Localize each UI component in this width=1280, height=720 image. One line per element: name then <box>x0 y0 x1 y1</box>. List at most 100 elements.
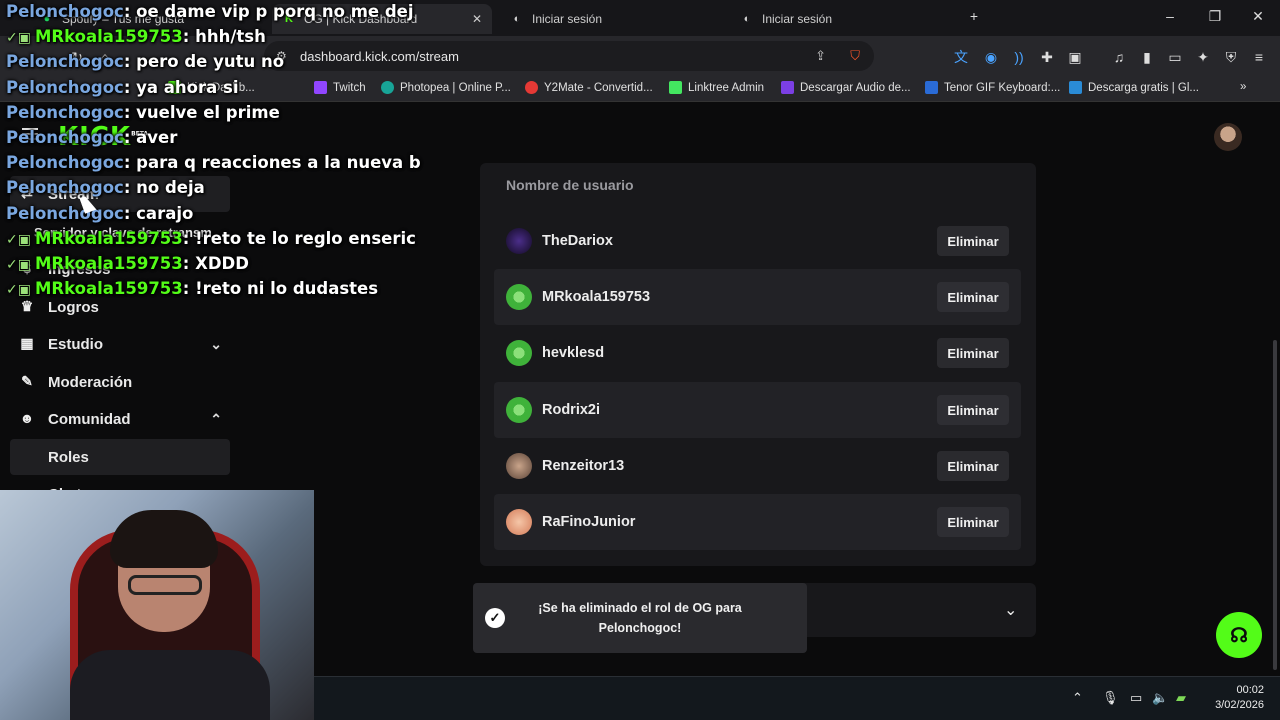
column-header-username: Nombre de usuario <box>506 177 634 193</box>
brave-shield-icon[interactable]: ⛉ <box>850 48 860 64</box>
vpn-icon[interactable]: ⛨ <box>1222 48 1240 66</box>
chat-message: Pelonchogoc: oe dame vip p porq no me de… <box>6 2 414 21</box>
avatar <box>506 340 532 366</box>
bookmark-tenor[interactable]: Tenor GIF Keyboard:... <box>925 81 1060 94</box>
og-badge-icon: ✓▣ <box>6 30 31 46</box>
new-tab-icon[interactable]: + <box>964 8 984 24</box>
og-badge-icon: ✓▣ <box>6 257 31 273</box>
table-row: TheDariox Eliminar <box>494 213 1021 269</box>
bookmark-photopea[interactable]: Photopea | Online P... <box>381 81 511 94</box>
close-window-icon[interactable]: ✕ <box>1248 8 1268 25</box>
music-icon[interactable]: ♫ <box>1110 48 1128 66</box>
bookmark-audio[interactable]: Descargar Audio de... <box>781 81 911 94</box>
avatar <box>506 453 532 479</box>
scrollbar[interactable] <box>1273 340 1277 670</box>
webcam-overlay <box>0 490 314 720</box>
sidebar-toggle-icon[interactable]: ▮ <box>1138 48 1156 66</box>
bookmark-y2mate[interactable]: Y2Mate - Convertid... <box>525 81 653 94</box>
person-body <box>70 650 270 720</box>
translate-icon[interactable]: 文 <box>952 48 970 66</box>
headset-icon: ☊ <box>1230 624 1248 647</box>
chat-message: ✓▣ MRkoala159753: hhh/tsh <box>6 27 266 46</box>
steam-icon: ◐ <box>513 13 521 25</box>
bookmark-linktree[interactable]: Linktree Admin <box>669 81 764 94</box>
chat-message: Pelonchogoc: ya ahora si <box>6 78 239 97</box>
chevron-up-icon: ⌃ <box>210 410 222 427</box>
more-bookmarks-icon[interactable]: » <box>1240 81 1246 93</box>
username: TheDariox <box>542 233 613 249</box>
wallet-icon[interactable]: ▭ <box>1166 48 1184 66</box>
username: RaFinoJunior <box>542 514 636 530</box>
avatar <box>506 509 532 535</box>
username: Renzeitor13 <box>542 458 625 474</box>
og-badge-icon: ✓▣ <box>6 232 31 248</box>
table-row: MRkoala159753 Eliminar <box>494 269 1021 325</box>
leo-ai-icon[interactable]: ✦ <box>1194 48 1212 66</box>
chat-message: Pelonchogoc: vuelve el prime <box>6 103 280 122</box>
sidebar-item-estudio[interactable]: ▦ Estudio ⌄ <box>10 326 230 362</box>
tab-login-1[interactable]: ◐ Iniciar sesión <box>500 4 720 34</box>
screen: ● Spotify – Tus me gusta K OG | Kick Das… <box>0 0 1280 720</box>
table-row: Renzeitor13 Eliminar <box>494 438 1021 494</box>
support-chat-button[interactable]: ☊ <box>1216 612 1262 658</box>
microphone-icon[interactable]: 🎙 <box>1102 690 1119 706</box>
table-row: Rodrix2i Eliminar <box>494 382 1021 438</box>
volume-icon[interactable]: 🔈 <box>1152 690 1168 706</box>
avatar <box>506 397 532 423</box>
chevron-down-icon[interactable]: ⌄ <box>1004 600 1017 620</box>
minimize-icon[interactable]: – <box>1160 8 1180 24</box>
close-tab-icon[interactable]: ✕ <box>472 12 482 26</box>
url-input[interactable]: ⚙ dashboard.kick.com/stream ⇪ ⛉ <box>264 41 874 71</box>
puzzle-icon[interactable]: ✚ <box>1038 48 1056 66</box>
delete-button[interactable]: Eliminar <box>937 226 1009 256</box>
og-badge-icon: ✓▣ <box>6 282 31 298</box>
url-text: dashboard.kick.com/stream <box>300 48 459 64</box>
sidebar-item-moderacion[interactable]: ✎ Moderación <box>10 364 230 400</box>
tray-chevron-up-icon[interactable]: ⌃ <box>1072 690 1083 706</box>
chevron-down-icon: ⌄ <box>210 335 222 352</box>
extension-icon[interactable]: ◉ <box>982 48 1000 66</box>
network-icon[interactable]: ▭ <box>1130 690 1142 706</box>
avatar <box>506 228 532 254</box>
tab-label: Iniciar sesión <box>762 12 833 26</box>
photopea-icon <box>381 81 394 94</box>
maximize-icon[interactable]: ❐ <box>1205 8 1225 25</box>
menu-icon[interactable]: ≡ <box>1250 48 1268 66</box>
bookmark-descarga[interactable]: Descarga gratis | Gl... <box>1069 81 1199 94</box>
studio-icon: ▦ <box>20 335 34 351</box>
tab-login-2[interactable]: ◐ Iniciar sesión <box>730 4 950 34</box>
share-icon[interactable]: ⇪ <box>815 48 826 64</box>
user-avatar[interactable] <box>1214 123 1242 151</box>
system-clock[interactable]: 00:02 3/02/2026 <box>1204 683 1264 713</box>
username: MRkoala159753 <box>542 289 651 305</box>
sidebar-item-roles[interactable]: Roles <box>10 439 230 475</box>
wrench-icon: ✎ <box>21 373 33 389</box>
screenshot-icon[interactable]: ▣ <box>1066 48 1084 66</box>
tab-label: Iniciar sesión <box>532 12 603 26</box>
chat-message: Pelonchogoc: carajo <box>6 204 194 223</box>
username: hevklesd <box>542 345 605 361</box>
chat-message: Pelonchogoc: pero de yutu no <box>6 52 285 71</box>
avatar <box>506 284 532 310</box>
audio-extension-icon[interactable]: )) <box>1010 48 1028 66</box>
bookmark-twitch[interactable]: Twitch <box>314 81 366 94</box>
battery-icon[interactable]: ▰ <box>1176 690 1186 706</box>
table-row: hevklesd Eliminar <box>494 325 1021 381</box>
download-site-icon <box>1069 81 1082 94</box>
delete-button[interactable]: Eliminar <box>937 282 1009 312</box>
delete-button[interactable]: Eliminar <box>937 507 1009 537</box>
delete-button[interactable]: Eliminar <box>937 395 1009 425</box>
y2mate-icon <box>525 81 538 94</box>
username: Rodrix2i <box>542 402 601 418</box>
chat-message: Pelonchogoc: no deja <box>6 178 205 197</box>
chat-message: Pelonchogoc: aver <box>6 128 178 147</box>
toast-message: ¡Se ha eliminado el rol de OG para Pelon… <box>538 601 742 635</box>
linktree-icon <box>669 81 682 94</box>
delete-button[interactable]: Eliminar <box>937 338 1009 368</box>
clock-date: 3/02/2026 <box>1215 699 1264 711</box>
twitch-icon <box>314 81 327 94</box>
glasses <box>128 575 202 595</box>
audio-download-icon <box>781 81 794 94</box>
sidebar-item-comunidad[interactable]: ☻ Comunidad ⌃ <box>10 401 230 437</box>
delete-button[interactable]: Eliminar <box>937 451 1009 481</box>
